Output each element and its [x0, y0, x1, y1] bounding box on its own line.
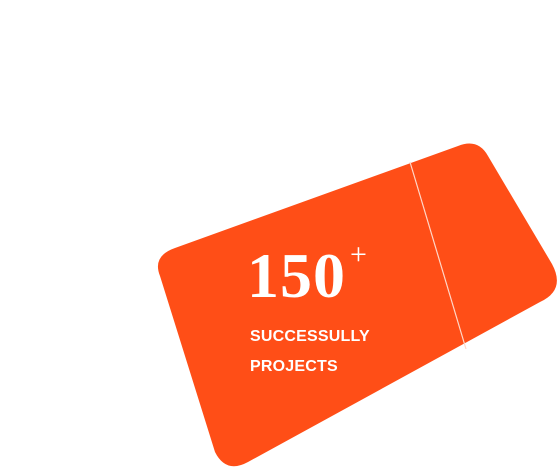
- stat-label: SUCCESSULLY PROJECTS: [250, 322, 410, 382]
- counter-card-stage: 150 + SUCCESSULLY PROJECTS: [0, 0, 560, 473]
- ticket-shape: [157, 143, 557, 467]
- ticket-body: [157, 143, 557, 467]
- stat-label-line-2: PROJECTS: [250, 358, 338, 375]
- stat-label-line-1: SUCCESSULLY: [250, 328, 370, 345]
- stat-number: 150: [247, 240, 346, 311]
- plus-icon: +: [350, 238, 367, 271]
